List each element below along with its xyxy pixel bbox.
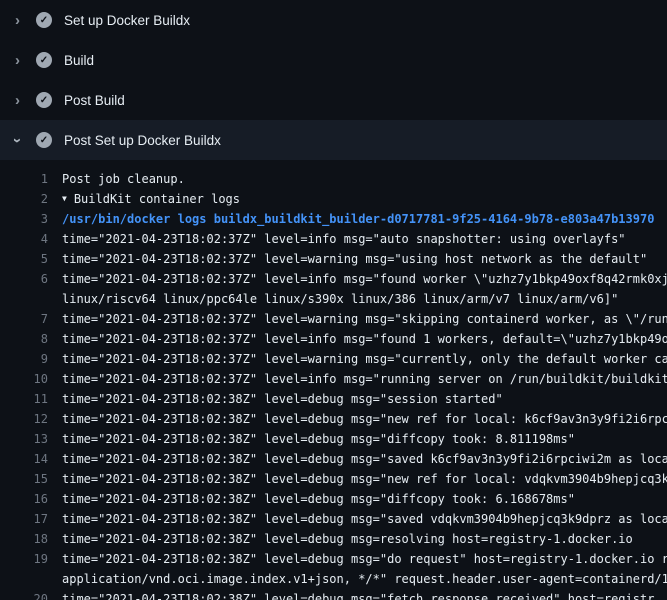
line-number[interactable]: 9	[0, 349, 48, 369]
log-line: 20 ▼ time="2021-04-23T18:02:38Z" level=d…	[0, 589, 667, 600]
log-text: time="2021-04-23T18:02:37Z" level=info m…	[48, 269, 667, 289]
log-line: 12 ▼ time="2021-04-23T18:02:38Z" level=d…	[0, 409, 667, 429]
log-line: 8 ▼ time="2021-04-23T18:02:37Z" level=in…	[0, 329, 667, 349]
log-line: 14 ▼ time="2021-04-23T18:02:38Z" level=d…	[0, 449, 667, 469]
log-text: time="2021-04-23T18:02:38Z" level=debug …	[48, 389, 503, 409]
step-row[interactable]: › ✓ Post Set up Docker Buildx	[0, 120, 667, 160]
chevron-right-icon: ›	[11, 94, 24, 107]
line-number[interactable]: 20	[0, 589, 48, 600]
log-text: Post job cleanup.	[48, 169, 185, 189]
log-area: 1 ▼ Post job cleanup. 2 ▼ BuildKit conta…	[0, 160, 667, 600]
log-text: time="2021-04-23T18:02:38Z" level=debug …	[48, 509, 667, 529]
log-text: time="2021-04-23T18:02:38Z" level=debug …	[48, 549, 667, 569]
collapse-triangle-icon[interactable]: ▼	[48, 189, 67, 209]
chevron-right-icon: ›	[11, 54, 24, 67]
check-circle-icon: ✓	[36, 52, 52, 68]
log-line: 6 ▼ time="2021-04-23T18:02:37Z" level=in…	[0, 269, 667, 289]
log-text: time="2021-04-23T18:02:37Z" level=info m…	[48, 229, 626, 249]
log-text: time="2021-04-23T18:02:37Z" level=warnin…	[48, 349, 667, 369]
log-line: 2 ▼ BuildKit container logs	[0, 189, 667, 209]
step-label: Set up Docker Buildx	[64, 13, 190, 28]
log-text: time="2021-04-23T18:02:38Z" level=debug …	[48, 449, 667, 469]
log-text: time="2021-04-23T18:02:37Z" level=warnin…	[48, 309, 667, 329]
log-line: 4 ▼ time="2021-04-23T18:02:37Z" level=in…	[0, 229, 667, 249]
log-line: 19 ▼ time="2021-04-23T18:02:38Z" level=d…	[0, 549, 667, 569]
chevron-down-icon: ›	[11, 134, 24, 147]
step-row[interactable]: › ✓ Set up Docker Buildx	[0, 0, 667, 40]
log-text: time="2021-04-23T18:02:38Z" level=debug …	[48, 409, 667, 429]
log-line: 16 ▼ time="2021-04-23T18:02:38Z" level=d…	[0, 489, 667, 509]
step-label: Post Set up Docker Buildx	[64, 133, 221, 148]
log-line: 18 ▼ time="2021-04-23T18:02:38Z" level=d…	[0, 529, 667, 549]
log-line: 3 ▼ /usr/bin/docker logs buildx_buildkit…	[0, 209, 667, 229]
actions-log-panel: › ✓ Set up Docker Buildx › ✓ Build › ✓ P…	[0, 0, 667, 600]
log-line: 15 ▼ time="2021-04-23T18:02:38Z" level=d…	[0, 469, 667, 489]
line-number[interactable]: 11	[0, 389, 48, 409]
log-text: time="2021-04-23T18:02:38Z" level=debug …	[48, 589, 654, 600]
check-circle-icon: ✓	[36, 132, 52, 148]
log-text: time="2021-04-23T18:02:38Z" level=debug …	[48, 489, 575, 509]
log-line: ▼ application/vnd.oci.image.index.v1+jso…	[0, 569, 667, 589]
step-label: Post Build	[64, 93, 125, 108]
log-line: 5 ▼ time="2021-04-23T18:02:37Z" level=wa…	[0, 249, 667, 269]
line-number[interactable]: 8	[0, 329, 48, 349]
check-circle-icon: ✓	[36, 92, 52, 108]
line-number[interactable]: 10	[0, 369, 48, 389]
log-line: 13 ▼ time="2021-04-23T18:02:38Z" level=d…	[0, 429, 667, 449]
chevron-right-icon: ›	[11, 14, 24, 27]
line-number[interactable]: 4	[0, 229, 48, 249]
line-number[interactable]: 12	[0, 409, 48, 429]
log-text: linux/riscv64 linux/ppc64le linux/s390x …	[48, 289, 618, 309]
line-number[interactable]: 7	[0, 309, 48, 329]
log-line: 9 ▼ time="2021-04-23T18:02:37Z" level=wa…	[0, 349, 667, 369]
line-number[interactable]: 16	[0, 489, 48, 509]
log-text[interactable]: BuildKit container logs	[67, 189, 240, 209]
log-text: /usr/bin/docker logs buildx_buildkit_bui…	[48, 209, 654, 229]
step-row[interactable]: › ✓ Post Build	[0, 80, 667, 120]
line-number[interactable]: 5	[0, 249, 48, 269]
step-list: › ✓ Set up Docker Buildx › ✓ Build › ✓ P…	[0, 0, 667, 160]
log-line: 1 ▼ Post job cleanup.	[0, 169, 667, 189]
line-number[interactable]: 18	[0, 529, 48, 549]
line-number[interactable]: 13	[0, 429, 48, 449]
step-row[interactable]: › ✓ Build	[0, 40, 667, 80]
line-number[interactable]: 6	[0, 269, 48, 289]
line-number[interactable]: 2	[0, 189, 48, 209]
line-number[interactable]: 3	[0, 209, 48, 229]
log-line: 17 ▼ time="2021-04-23T18:02:38Z" level=d…	[0, 509, 667, 529]
log-line: ▼ linux/riscv64 linux/ppc64le linux/s390…	[0, 289, 667, 309]
log-line: 11 ▼ time="2021-04-23T18:02:38Z" level=d…	[0, 389, 667, 409]
line-number[interactable]: 14	[0, 449, 48, 469]
log-line: 10 ▼ time="2021-04-23T18:02:37Z" level=i…	[0, 369, 667, 389]
log-text: time="2021-04-23T18:02:38Z" level=debug …	[48, 429, 575, 449]
log-line: 7 ▼ time="2021-04-23T18:02:37Z" level=wa…	[0, 309, 667, 329]
line-number[interactable]: 15	[0, 469, 48, 489]
line-number[interactable]: 17	[0, 509, 48, 529]
log-text: time="2021-04-23T18:02:37Z" level=info m…	[48, 369, 667, 389]
line-number[interactable]	[0, 569, 48, 589]
log-text: time="2021-04-23T18:02:38Z" level=debug …	[48, 469, 667, 489]
log-text: time="2021-04-23T18:02:38Z" level=debug …	[48, 529, 633, 549]
log-text: application/vnd.oci.image.index.v1+json,…	[48, 569, 667, 589]
line-number[interactable]	[0, 289, 48, 309]
line-number[interactable]: 1	[0, 169, 48, 189]
log-text: time="2021-04-23T18:02:37Z" level=info m…	[48, 329, 667, 349]
log-text: time="2021-04-23T18:02:37Z" level=warnin…	[48, 249, 647, 269]
check-circle-icon: ✓	[36, 12, 52, 28]
step-label: Build	[64, 53, 94, 68]
line-number[interactable]: 19	[0, 549, 48, 569]
